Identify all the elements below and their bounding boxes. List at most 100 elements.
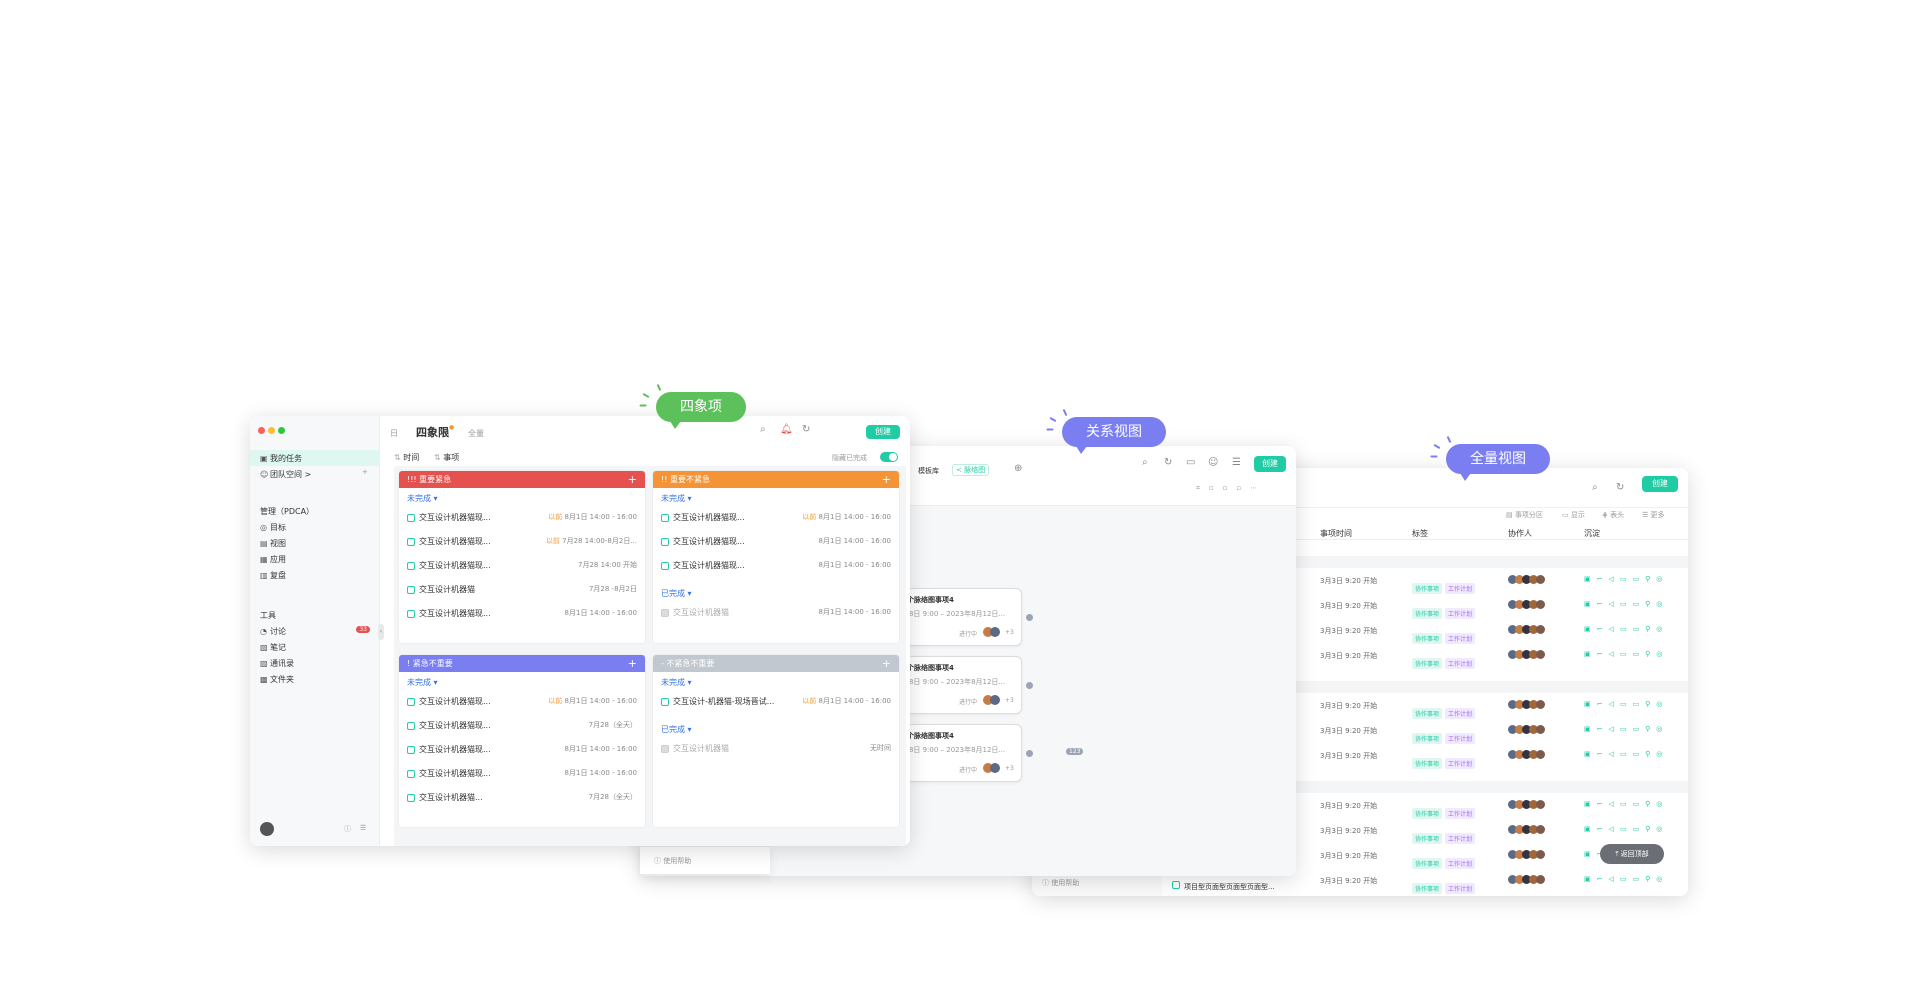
sidebar-item-1[interactable]: ☺ 团队空间 > [260,469,311,480]
list-icon[interactable]: ☰ [360,824,366,832]
add-icon[interactable]: + [882,471,891,488]
row-actions[interactable]: ▣⌐◁▭▭⚲◎ [1584,600,1668,608]
sidebar-item-contacts[interactable]: ▨ 通讯录 [260,658,370,669]
toolbar-display[interactable]: ▭ 显示 [1562,510,1585,520]
task-row[interactable]: 交互设计机器猫 无时间 [661,743,891,757]
task-row[interactable]: 交互设计机器猫... 7月28（全天） [407,792,637,806]
row-actions[interactable]: ▣⌐◁▭▭⚲◎ [1584,650,1668,658]
row-actions[interactable]: ▣⌐◁▭▭⚲◎ [1584,700,1668,708]
filter-item[interactable]: ⇅ 事项 [434,452,459,463]
collapse-handle[interactable]: ‹ [378,624,384,640]
row-actions[interactable]: ▣⌐◁▭▭⚲◎ [1584,875,1668,883]
close-dot[interactable] [258,427,265,434]
sidebar-item-view[interactable]: ▤ 视图 [260,538,286,549]
task-checkbox[interactable] [407,793,415,802]
toolbar-header[interactable]: ⋕ 表头 [1602,510,1624,520]
search-icon[interactable]: ⌕ [1592,482,1598,493]
col-tags[interactable]: 标签 [1412,528,1428,539]
sidebar-item-note[interactable]: ▧ 笔记 [260,642,370,653]
maximize-dot[interactable] [278,427,285,434]
task-row[interactable]: 交互设计-机器猫-现场晋试... 以前 8月1日 14:00 - 16:00 [661,696,891,710]
row-actions[interactable]: ▣⌐◁▭▭⚲◎ [1584,575,1668,583]
task-row[interactable]: 交互设计机器猫现... 7月28 14:00 开始 [407,560,637,574]
tab-3[interactable]: 全量 [468,428,484,439]
row-actions[interactable]: ▣⌐◁▭▭⚲◎ [1584,725,1668,733]
table-row[interactable]: 项目型页面型页面型页面型... [1172,874,1312,891]
col-deposit[interactable]: 沉淀 [1584,528,1600,539]
task-checkbox[interactable] [661,537,669,546]
row-actions[interactable]: ▣⌐◁▭▭⚲◎ [1584,750,1668,758]
add-icon[interactable]: + [628,471,637,488]
task-checkbox[interactable] [407,585,415,594]
help-link[interactable]: ⓘ 使用帮助 [654,856,691,866]
task-checkbox[interactable] [407,721,415,730]
sidebar-item-folder[interactable]: ▩ 文件夹 [260,674,370,685]
node-connector[interactable] [1026,614,1033,621]
task-checkbox[interactable] [661,561,669,570]
section-label[interactable]: 未完成 ▾ [407,677,438,688]
toolbar-more[interactable]: ☰ 更多 [1642,510,1665,520]
task-row[interactable]: 交互设计机器猫现... 8月1日 14:00 - 16:00 [661,536,891,550]
task-row[interactable]: 交互设计机器猫现... 8月1日 14:00 - 16:00 [407,608,637,622]
add-icon[interactable]: + [628,655,637,672]
minimize-dot[interactable] [268,427,275,434]
refresh-icon[interactable]: ↻ [1164,457,1172,468]
task-checkbox[interactable] [661,608,669,617]
task-checkbox[interactable] [407,561,415,570]
task-checkbox[interactable] [407,769,415,778]
tab-0[interactable]: 日 [390,428,398,439]
task-checkbox[interactable] [407,609,415,618]
avatar[interactable] [260,822,274,836]
member-icon[interactable]: ☺ [1208,457,1218,468]
node-connector[interactable] [1026,682,1033,689]
create-button[interactable]: 创建 [866,425,900,439]
refresh-icon[interactable]: ↻ [1616,482,1624,493]
task-checkbox[interactable] [407,513,415,522]
sidebar-item-target[interactable]: ◎ 目标 [260,522,286,533]
task-row[interactable]: 交互设计机器猫现... 以前 8月1日 14:00 - 16:00 [407,512,637,526]
mind-map-switch[interactable]: ≺ 脉络图 [952,464,990,476]
task-checkbox[interactable] [407,697,415,706]
task-row[interactable]: 交互设计机器猫 8月1日 14:00 - 16:00 [661,607,891,621]
task-checkbox[interactable] [661,744,669,753]
help-link[interactable]: ⓘ 使用帮助 [1042,878,1079,888]
sidebar-item-0[interactable]: ▣ 我的任务 [260,453,302,464]
help-icon[interactable]: ⓘ [344,824,351,834]
row-actions[interactable]: ▣⌐◁▭▭⚲◎ [1584,625,1668,633]
section-label[interactable]: 未完成 ▾ [661,493,692,504]
search-icon[interactable]: ⌕ [1142,457,1148,468]
col-collaborators[interactable]: 协作人 [1508,528,1532,539]
task-checkbox[interactable] [661,697,669,706]
row-actions[interactable]: ▣⌐◁▭▭⚲◎ [1584,800,1668,808]
section-label[interactable]: 未完成 ▾ [407,493,438,504]
add-team-icon[interactable]: + [362,468,368,476]
section-label[interactable]: 未完成 ▾ [661,677,692,688]
refresh-icon[interactable]: ↻ [802,424,810,435]
sidebar-item-review[interactable]: ▥ 复盘 [260,570,286,581]
row-actions[interactable]: ▣⌐◁▭▭⚲◎ [1584,825,1668,833]
add-icon[interactable]: ⊕ [1014,463,1022,474]
create-button[interactable]: 创建 [1254,456,1286,472]
task-checkbox[interactable] [407,745,415,754]
section-label[interactable]: 已完成 ▾ [661,588,692,599]
toolbar-partition[interactable]: ▤ 事项分区 [1506,510,1543,520]
task-row[interactable]: 交互设计机器猫现... 以前 8月1日 14:00 - 16:00 [407,696,637,710]
template-library[interactable]: 模板库 [918,466,939,476]
task-checkbox[interactable] [1172,880,1180,889]
task-row[interactable]: 交互设计机器猫现... 以前 7月28 14:00-8月2日... [407,536,637,550]
task-checkbox[interactable] [407,537,415,546]
col-time[interactable]: 事项时间 [1320,528,1352,539]
search-icon[interactable]: ⌕ [760,424,766,435]
task-row[interactable]: 交互设计机器猫现... 8月1日 14:00 - 16:00 [661,560,891,574]
back-to-top-button[interactable]: ⤒ 返回顶部 [1600,844,1664,864]
task-row[interactable]: 交互设计机器猫现... 7月28（全天） [407,720,637,734]
create-button[interactable]: 创建 [1642,476,1678,492]
task-checkbox[interactable] [661,513,669,522]
node-connector[interactable] [1026,750,1033,757]
sidebar-item-chat[interactable]: ◔ 讨论 33 [260,626,370,637]
filter-time[interactable]: ⇅ 时间 [394,452,419,463]
comment-icon[interactable]: ▭ [1186,457,1195,468]
task-row[interactable]: 交互设计机器猫 7月28 -8月2日 [407,584,637,598]
hide-done-toggle[interactable] [880,452,898,462]
task-row[interactable]: 交互设计机器猫现... 以前 8月1日 14:00 - 16:00 [661,512,891,526]
